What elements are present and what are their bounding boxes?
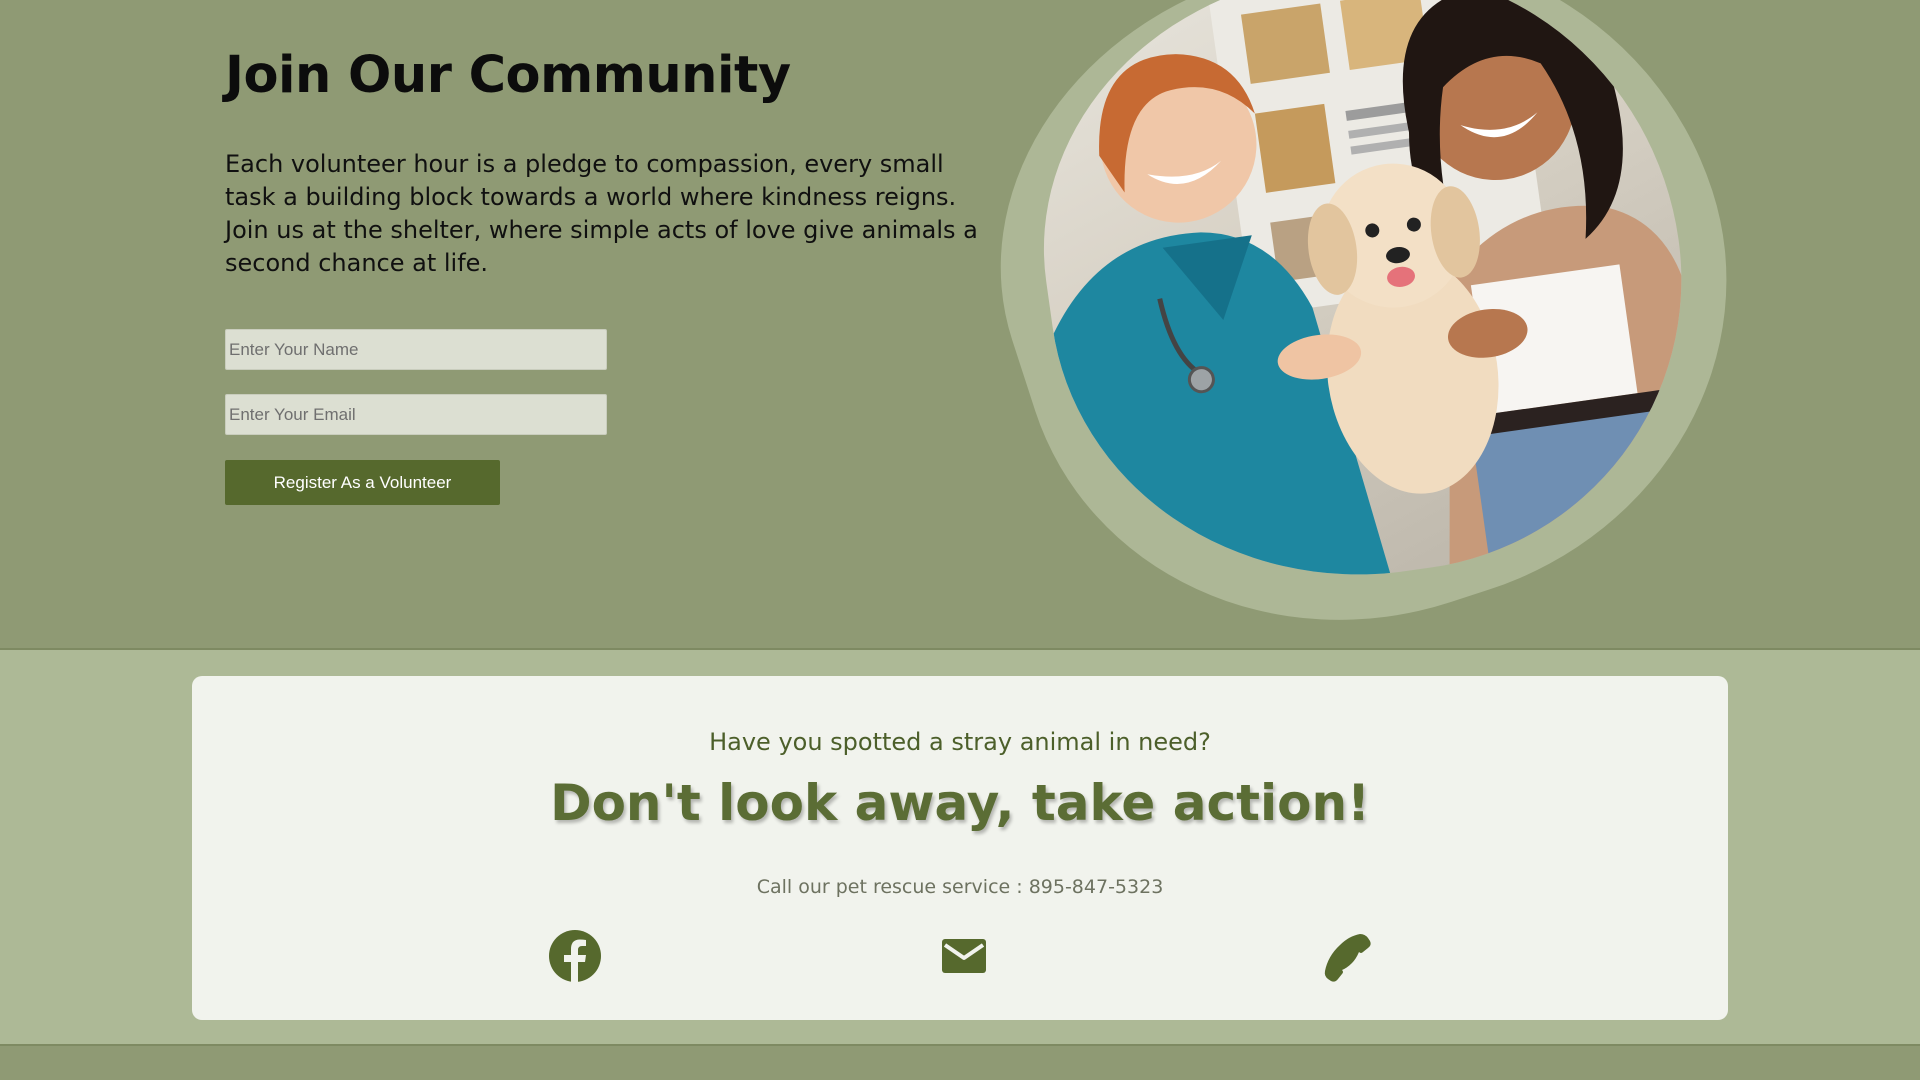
rescue-phone-text: Call our pet rescue service : 895-847-53… [756, 876, 1164, 898]
photo-illustration [1053, 0, 1719, 616]
email-input[interactable] [225, 394, 607, 435]
footer-strip [0, 1044, 1920, 1080]
name-input[interactable] [225, 329, 607, 370]
facebook-icon[interactable] [547, 928, 603, 984]
stray-animal-section: Have you spotted a stray animal in need?… [0, 648, 1920, 1044]
phone-icon[interactable] [1320, 928, 1376, 984]
stray-card: Have you spotted a stray animal in need?… [192, 676, 1728, 1020]
stray-call-to-action: Don't look away, take action! [550, 774, 1370, 832]
register-volunteer-button[interactable]: Register As a Volunteer [225, 460, 500, 505]
join-description: Each volunteer hour is a pledge to compa… [225, 150, 978, 277]
join-community-section: Join Our Community Each volunteer hour i… [0, 0, 1920, 706]
join-title: Join Our Community [225, 46, 791, 105]
volunteers-with-puppy-photo [1009, 0, 1719, 616]
mail-icon[interactable] [936, 928, 992, 984]
stray-question: Have you spotted a stray animal in need? [709, 728, 1211, 756]
